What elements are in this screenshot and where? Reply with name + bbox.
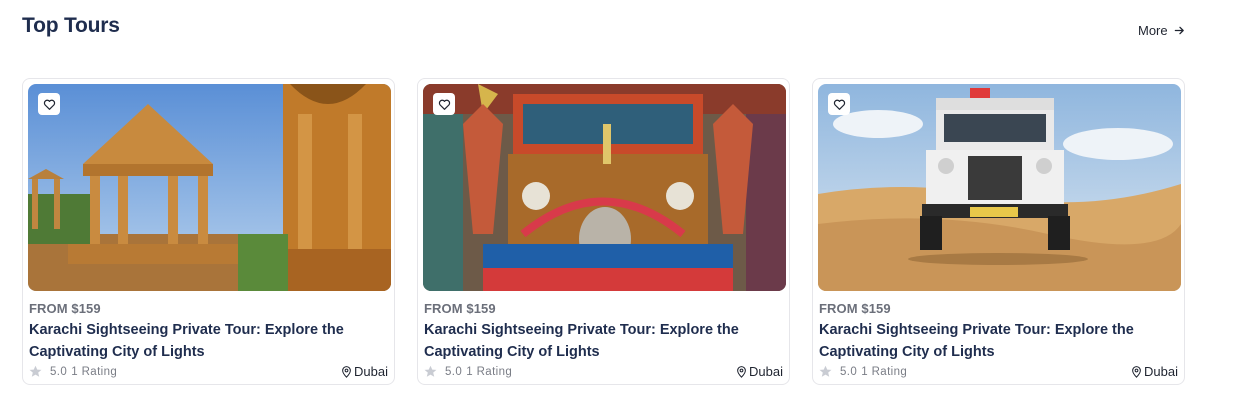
- rating-value: 5.0: [840, 365, 858, 378]
- heart-icon: [833, 99, 845, 110]
- location-label: Dubai: [1144, 364, 1178, 379]
- rating-row: 5.0 1 Rating: [819, 365, 907, 378]
- favorite-button[interactable]: [828, 93, 850, 115]
- rating-row: 5.0 1 Rating: [29, 365, 117, 378]
- tour-cards: FROM $159 Karachi Sightseeing Private To…: [22, 78, 1185, 385]
- more-link[interactable]: More: [1138, 23, 1185, 38]
- favorite-button[interactable]: [433, 93, 455, 115]
- tour-price: FROM $159: [819, 301, 891, 316]
- map-pin-icon: [342, 365, 351, 378]
- tour-image[interactable]: [28, 84, 391, 291]
- star-icon: [29, 365, 42, 377]
- desert-jeep-photo: [818, 84, 1181, 291]
- tour-title[interactable]: Karachi Sightseeing Private Tour: Explor…: [424, 319, 764, 363]
- favorite-button[interactable]: [38, 93, 60, 115]
- tour-image[interactable]: [818, 84, 1181, 291]
- truck-art-photo: [423, 84, 786, 291]
- tour-price: FROM $159: [29, 301, 101, 316]
- arrow-right-icon: [1174, 26, 1184, 35]
- tour-title[interactable]: Karachi Sightseeing Private Tour: Explor…: [819, 319, 1159, 363]
- tour-title[interactable]: Karachi Sightseeing Private Tour: Explor…: [29, 319, 369, 363]
- rating-count: 1 Rating: [71, 365, 118, 378]
- tour-card[interactable]: FROM $159 Karachi Sightseeing Private To…: [417, 78, 790, 385]
- map-pin-icon: [1132, 365, 1141, 378]
- location-label: Dubai: [749, 364, 783, 379]
- location-label: Dubai: [354, 364, 388, 379]
- rating-value: 5.0: [50, 365, 68, 378]
- more-label: More: [1138, 23, 1168, 38]
- tour-card[interactable]: FROM $159 Karachi Sightseeing Private To…: [22, 78, 395, 385]
- rating-count: 1 Rating: [861, 365, 908, 378]
- cenotaph-photo: [28, 84, 391, 291]
- heart-icon: [43, 99, 55, 110]
- rating-count: 1 Rating: [466, 365, 513, 378]
- rating-value: 5.0: [445, 365, 463, 378]
- star-icon: [424, 365, 437, 377]
- tour-image[interactable]: [423, 84, 786, 291]
- tour-card[interactable]: FROM $159 Karachi Sightseeing Private To…: [812, 78, 1185, 385]
- star-icon: [819, 365, 832, 377]
- rating-row: 5.0 1 Rating: [424, 365, 512, 378]
- tour-location: Dubai: [341, 364, 388, 379]
- tour-price: FROM $159: [424, 301, 496, 316]
- tour-location: Dubai: [736, 364, 783, 379]
- tour-location: Dubai: [1131, 364, 1178, 379]
- map-pin-icon: [737, 365, 746, 378]
- section-title: Top Tours: [22, 14, 120, 37]
- heart-icon: [438, 99, 450, 110]
